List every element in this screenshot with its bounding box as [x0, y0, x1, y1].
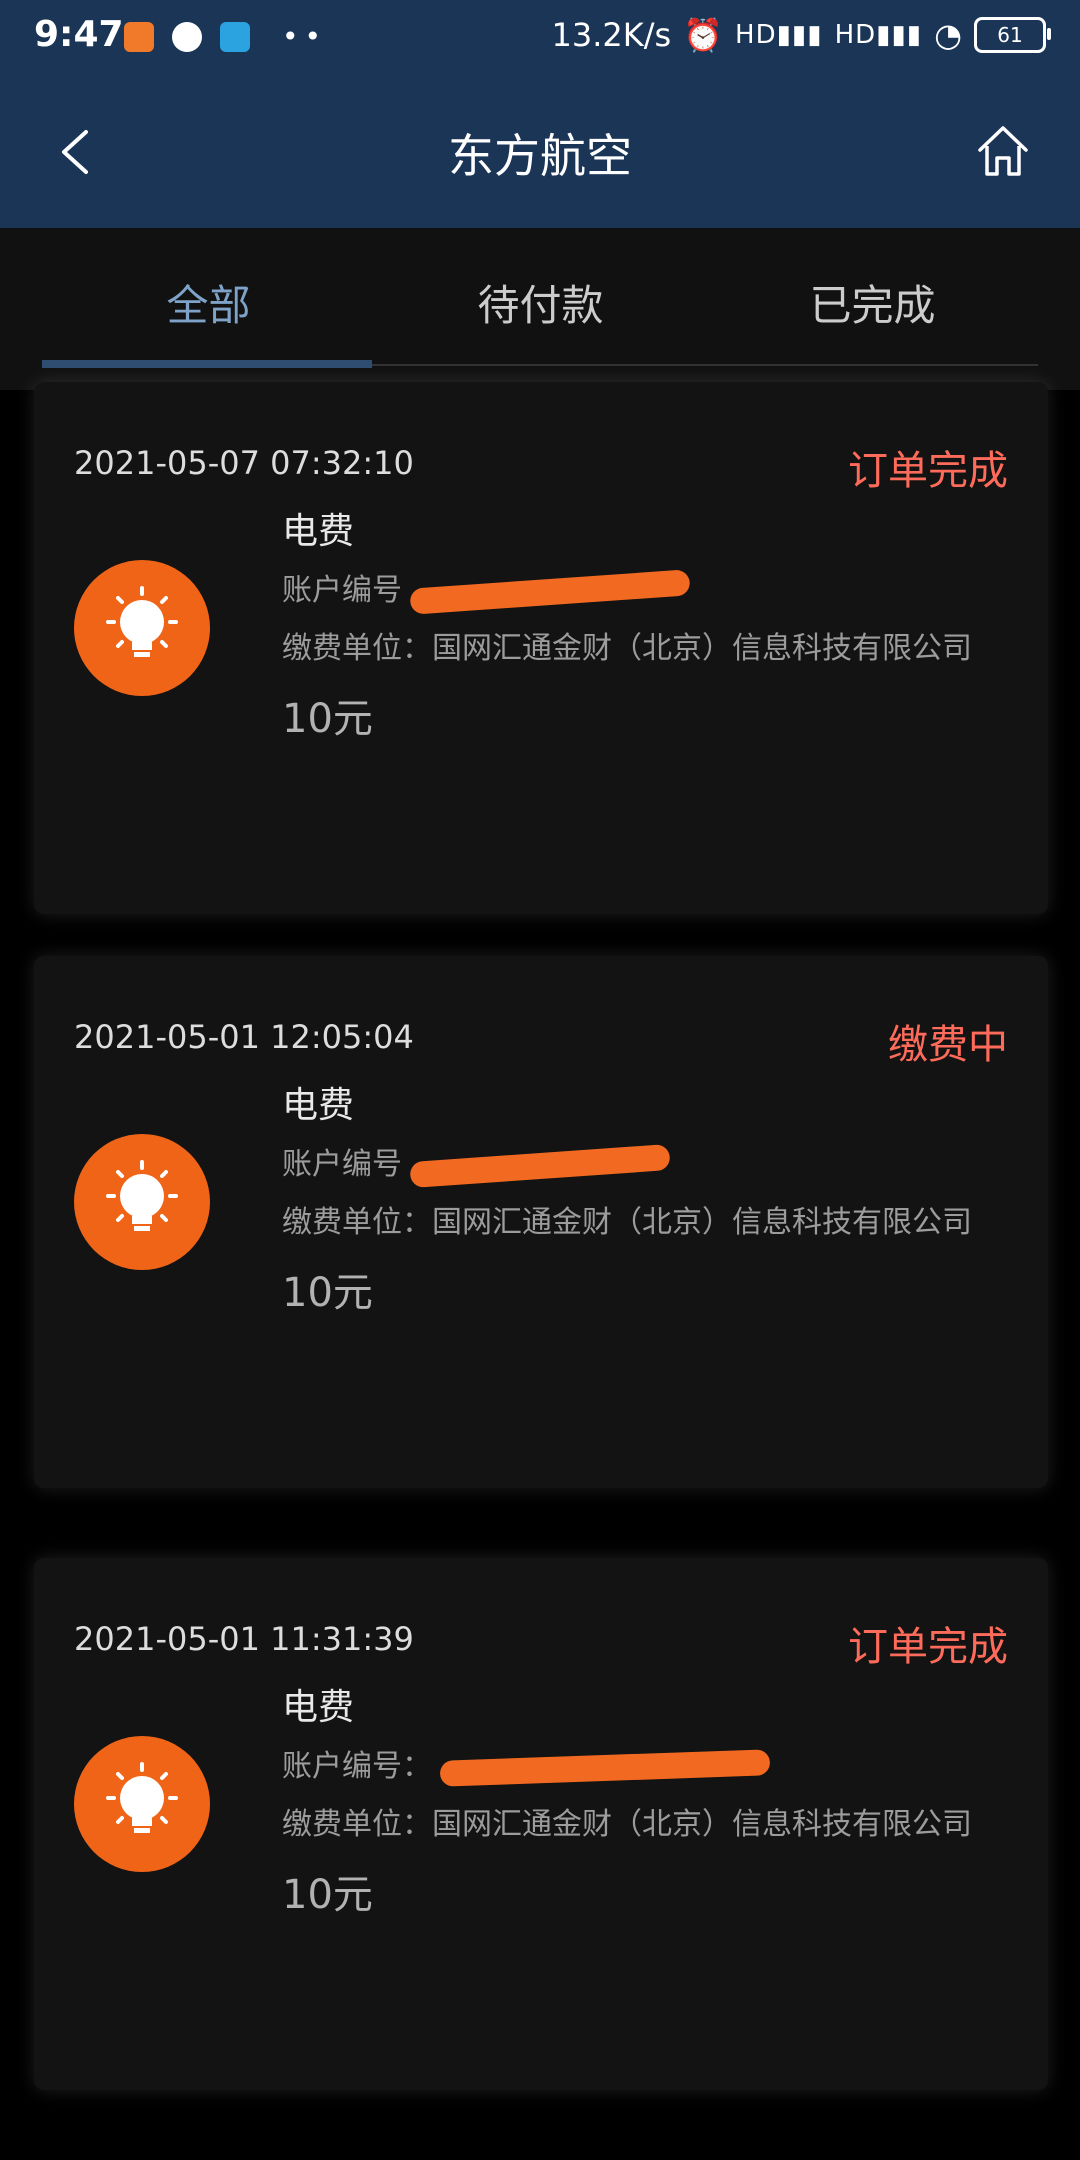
signal-icon-1: HD▮▮▮ [735, 20, 823, 50]
signal-icon-2: HD▮▮▮ [834, 20, 923, 50]
more-notifications-icon: •• [282, 20, 328, 53]
order-status: 订单完成 [848, 448, 1008, 494]
account-number-row: 账户编号 [282, 1136, 1012, 1194]
order-title: 电费 [282, 1085, 355, 1126]
tab-all[interactable]: 全部 [42, 272, 375, 333]
order-card[interactable]: 2021-05-01 11:31:39 订单完成 电费 账户编号： 缴费单位：国… [34, 1558, 1048, 2090]
wifi-icon: ◔ [934, 16, 962, 54]
order-time: 2021-05-07 07:32:10 [74, 444, 414, 482]
status-right-icons: 13.2K/s ⏰ HD▮▮▮ HD▮▮▮ ◔ 61 [551, 16, 1051, 54]
order-details: 电费 账户编号 缴费单位：国网汇通金财（北京）信息科技有限公司 10元 [282, 502, 1012, 744]
order-card[interactable]: 2021-05-01 12:05:04 缴费中 电费 账户编号 缴费单位：国网汇… [34, 956, 1048, 1488]
tab-active-indicator [42, 360, 372, 368]
redaction-mark [409, 568, 691, 615]
order-time: 2021-05-01 11:31:39 [74, 1620, 414, 1658]
status-bar: 9:47 •• 13.2K/s ⏰ HD▮▮▮ HD▮▮▮ ◔ 61 [0, 0, 1080, 76]
app-notification-icon [124, 21, 154, 52]
battery-icon: 61 [974, 17, 1051, 53]
electricity-bulb-icon [74, 1736, 210, 1872]
order-amount: 10元 [282, 696, 373, 742]
electricity-bulb-icon [74, 1134, 210, 1270]
tab-pending-payment[interactable]: 待付款 [374, 272, 707, 333]
payment-unit: 缴费单位：国网汇通金财（北京）信息科技有限公司 [282, 1807, 972, 1842]
alarm-icon: ⏰ [683, 16, 724, 54]
payment-unit: 缴费单位：国网汇通金财（北京）信息科技有限公司 [282, 631, 972, 666]
order-details: 电费 账户编号： 缴费单位：国网汇通金财（北京）信息科技有限公司 10元 [282, 1678, 1012, 1920]
order-status: 缴费中 [888, 1022, 1008, 1068]
clock-app-icon [172, 21, 202, 52]
account-number-row: 账户编号： [282, 1738, 1012, 1796]
order-title: 电费 [282, 1687, 355, 1728]
order-amount: 10元 [282, 1872, 373, 1918]
status-time: 9:47 [34, 14, 124, 55]
electricity-bulb-icon [74, 560, 210, 696]
tab-bar: 全部 待付款 已完成 [0, 228, 1080, 390]
redaction-mark [409, 1143, 671, 1188]
order-amount: 10元 [282, 1270, 373, 1316]
order-time: 2021-05-01 12:05:04 [74, 1018, 414, 1056]
order-title: 电费 [282, 511, 355, 552]
order-status: 订单完成 [848, 1624, 1008, 1670]
status-notification-icons: •• [124, 20, 327, 53]
home-icon[interactable] [976, 124, 1030, 178]
account-number-row: 账户编号 [282, 562, 1012, 620]
bird-app-icon [220, 21, 250, 52]
app-bar: 东方航空 [0, 76, 1080, 228]
order-details: 电费 账户编号 缴费单位：国网汇通金财（北京）信息科技有限公司 10元 [282, 1076, 1012, 1318]
network-speed: 13.2K/s [551, 16, 672, 54]
payment-unit: 缴费单位：国网汇通金财（北京）信息科技有限公司 [282, 1205, 972, 1240]
order-card[interactable]: 2021-05-07 07:32:10 订单完成 电费 账户编号 缴费单位：国网… [34, 382, 1048, 914]
tab-completed[interactable]: 已完成 [706, 272, 1039, 333]
redaction-mark [439, 1748, 771, 1787]
page-title: 东方航空 [448, 129, 632, 183]
